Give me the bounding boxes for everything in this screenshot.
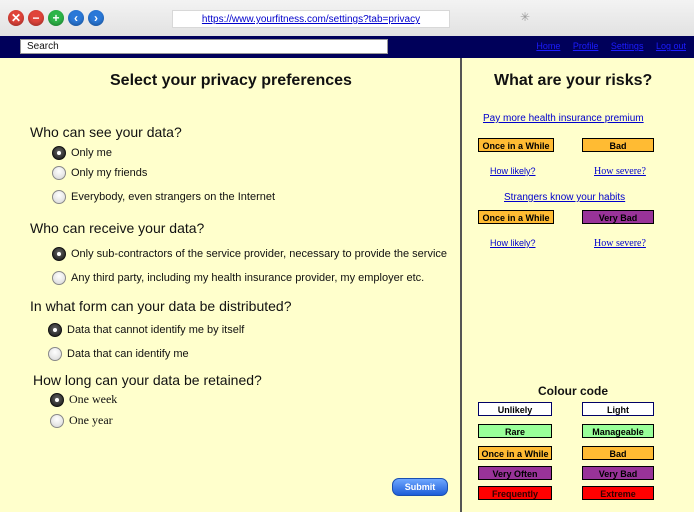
- question-receive-data: Who can receive your data?: [30, 220, 205, 236]
- option-everybody[interactable]: Everybody, even strangers on the Interne…: [52, 190, 275, 204]
- back-icon[interactable]: ‹: [68, 10, 84, 26]
- option-one-week[interactable]: One week: [50, 392, 117, 407]
- option-label: Only sub-contractors of the service prov…: [71, 248, 448, 260]
- how-likely-link[interactable]: How likely?: [490, 166, 536, 176]
- likelihood-badge: Once in a While: [478, 138, 554, 152]
- radio-icon[interactable]: [52, 166, 66, 180]
- question-see-data: Who can see your data?: [30, 124, 182, 140]
- colour-code-once: Once in a While: [478, 446, 552, 460]
- question-data-form: In what form can your data be distribute…: [30, 298, 292, 314]
- radio-selected-icon[interactable]: [50, 392, 64, 407]
- submit-button[interactable]: Submit: [392, 478, 448, 496]
- search-input[interactable]: Search: [20, 39, 388, 54]
- address-bar[interactable]: https://www.yourfitness.com/settings?tab…: [172, 10, 450, 28]
- likelihood-badge: Once in a While: [478, 210, 554, 224]
- radio-icon[interactable]: [52, 271, 66, 285]
- colour-code-rare: Rare: [478, 424, 552, 438]
- option-non-identifying[interactable]: Data that cannot identify me by itself: [48, 323, 244, 337]
- stop-icon[interactable]: −: [28, 10, 44, 26]
- risks-title: What are your risks?: [494, 72, 653, 89]
- how-severe-link[interactable]: How severe?: [594, 166, 646, 177]
- colour-code-very-often: Very Often: [478, 466, 552, 480]
- radio-icon[interactable]: [48, 347, 62, 361]
- option-label: Data that can identify me: [67, 348, 189, 360]
- option-one-year[interactable]: One year: [50, 413, 113, 428]
- risk-insurance-premium-link[interactable]: Pay more health insurance premium: [483, 113, 644, 124]
- option-label: Data that cannot identify me by itself: [67, 324, 245, 336]
- option-label: Only me: [71, 147, 112, 159]
- option-label: Any third party, including my health ins…: [71, 272, 425, 284]
- radio-selected-icon[interactable]: [52, 146, 66, 160]
- option-only-me[interactable]: Only me: [52, 146, 112, 160]
- nav-links: Home Profile Settings Log out: [526, 41, 686, 51]
- severity-badge: Very Bad: [582, 210, 654, 224]
- colour-code-bad: Bad: [582, 446, 654, 460]
- radio-selected-icon[interactable]: [48, 323, 62, 337]
- option-any-third-party[interactable]: Any third party, including my health ins…: [52, 271, 424, 285]
- risks-panel: What are your risks? Pay more health ins…: [462, 58, 694, 512]
- risk-strangers-habits-link[interactable]: Strangers know your habits: [504, 192, 625, 203]
- close-window-icon[interactable]: ✕: [8, 10, 24, 26]
- radio-icon[interactable]: [52, 190, 66, 204]
- nav-link-profile[interactable]: Profile: [573, 41, 599, 51]
- how-severe-link[interactable]: How severe?: [594, 238, 646, 249]
- colour-code-light: Light: [582, 402, 654, 416]
- nav-link-logout[interactable]: Log out: [656, 41, 686, 51]
- severity-badge: Bad: [582, 138, 654, 152]
- colour-code-unlikely: Unlikely: [478, 402, 552, 416]
- colour-code-title: Colour code: [538, 384, 609, 398]
- option-subcontractors[interactable]: Only sub-contractors of the service prov…: [52, 247, 447, 261]
- option-identifying[interactable]: Data that can identify me: [48, 347, 189, 361]
- option-only-friends[interactable]: Only my friends: [52, 166, 147, 180]
- option-label: One year: [69, 413, 113, 427]
- loading-spinner-icon: ✳: [520, 10, 531, 24]
- forward-icon[interactable]: ›: [88, 10, 104, 26]
- option-label: Everybody, even strangers on the Interne…: [71, 191, 276, 203]
- colour-code-manageable: Manageable: [582, 424, 654, 438]
- privacy-preferences-panel: Select your privacy preferences Who can …: [0, 58, 460, 512]
- nav-link-settings[interactable]: Settings: [611, 41, 644, 51]
- radio-icon[interactable]: [50, 413, 64, 428]
- site-navbar: Search Home Profile Settings Log out: [0, 36, 694, 58]
- colour-code-very-bad: Very Bad: [582, 466, 654, 480]
- colour-code-frequently: Frequently: [478, 486, 552, 500]
- radio-selected-icon[interactable]: [52, 247, 66, 261]
- option-label: One week: [69, 392, 118, 406]
- option-label: Only my friends: [71, 167, 148, 179]
- colour-code-extreme: Extreme: [582, 486, 654, 500]
- question-retention: How long can your data be retained?: [33, 372, 262, 388]
- page-title: Select your privacy preferences: [110, 72, 352, 89]
- how-likely-link[interactable]: How likely?: [490, 238, 536, 248]
- browser-toolbar: ✕ − + ‹ › https://www.yourfitness.com/se…: [0, 0, 694, 37]
- nav-link-home[interactable]: Home: [536, 41, 560, 51]
- add-icon[interactable]: +: [48, 10, 64, 26]
